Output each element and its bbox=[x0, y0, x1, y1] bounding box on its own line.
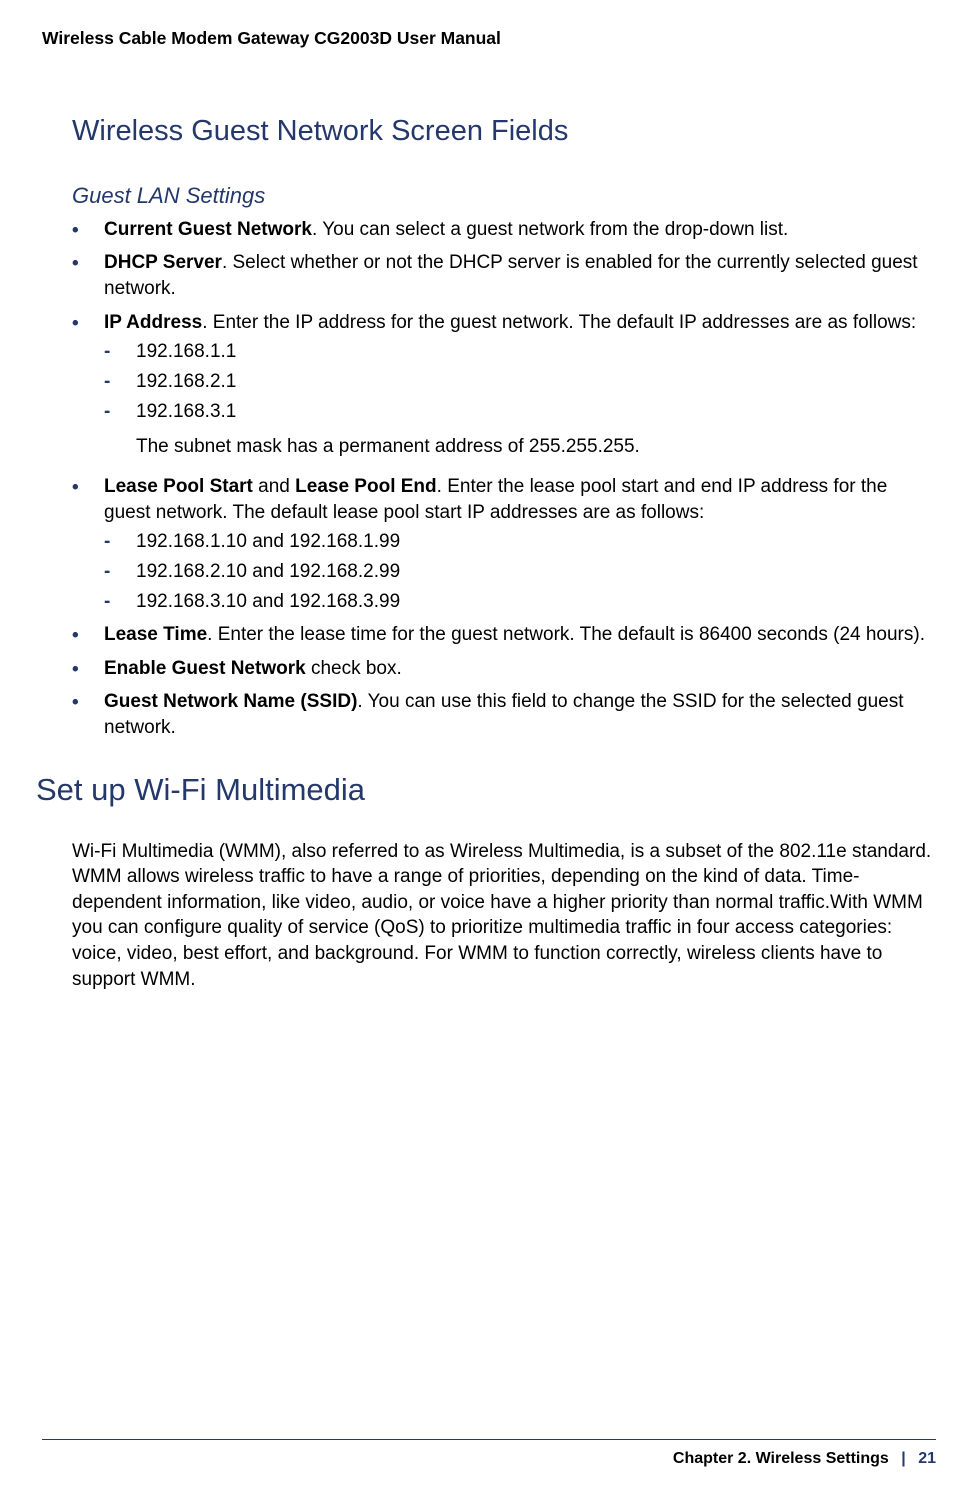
page-number: 21 bbox=[918, 1450, 936, 1467]
field-label: DHCP Server bbox=[104, 252, 222, 273]
subsection-heading: Guest LAN Settings bbox=[72, 181, 934, 211]
footer-chapter: Chapter 2. Wireless Settings bbox=[673, 1450, 889, 1467]
field-joiner: and bbox=[253, 476, 295, 497]
sub-list-item: 192.168.3.10 and 192.168.3.99 bbox=[104, 589, 934, 615]
list-item: DHCP Server. Select whether or not the D… bbox=[72, 250, 934, 301]
list-item: IP Address. Enter the IP address for the… bbox=[72, 310, 934, 460]
field-list: Current Guest Network. You can select a … bbox=[72, 217, 934, 741]
section-heading: Wireless Guest Network Screen Fields bbox=[72, 112, 934, 151]
after-paragraph: The subnet mask has a permanent address … bbox=[136, 434, 934, 460]
page: Wireless Cable Modem Gateway CG2003D Use… bbox=[0, 0, 978, 1504]
field-label: Lease Pool Start bbox=[104, 476, 253, 497]
sub-list-item: 192.168.1.1 bbox=[104, 339, 934, 365]
list-item: Lease Pool Start and Lease Pool End. Ent… bbox=[72, 474, 934, 614]
field-desc: check box. bbox=[306, 658, 402, 679]
sub-list-item: 192.168.1.10 and 192.168.1.99 bbox=[104, 529, 934, 555]
field-label: Current Guest Network bbox=[104, 219, 312, 240]
footer-rule bbox=[42, 1439, 936, 1440]
field-label: Enable Guest Network bbox=[104, 658, 306, 679]
field-desc: . Enter the IP address for the guest net… bbox=[202, 312, 916, 333]
sub-list-item: 192.168.2.1 bbox=[104, 369, 934, 395]
field-label: IP Address bbox=[104, 312, 202, 333]
list-item: Enable Guest Network check box. bbox=[72, 656, 934, 682]
sub-list-item: 192.168.2.10 and 192.168.2.99 bbox=[104, 559, 934, 585]
field-desc: . Select whether or not the DHCP server … bbox=[104, 252, 918, 299]
list-item: Current Guest Network. You can select a … bbox=[72, 217, 934, 243]
content-area: Wireless Guest Network Screen Fields Gue… bbox=[72, 90, 934, 992]
field-label: Guest Network Name (SSID) bbox=[104, 691, 357, 712]
field-label: Lease Pool End bbox=[295, 476, 436, 497]
field-desc: . You can select a guest network from th… bbox=[312, 219, 788, 240]
list-item: Guest Network Name (SSID). You can use t… bbox=[72, 689, 934, 740]
running-header: Wireless Cable Modem Gateway CG2003D Use… bbox=[42, 28, 501, 49]
field-desc: . Enter the lease time for the guest net… bbox=[207, 624, 925, 645]
footer-separator: | bbox=[901, 1450, 905, 1467]
footer: Chapter 2. Wireless Settings | 21 bbox=[673, 1450, 936, 1468]
list-item: Lease Time. Enter the lease time for the… bbox=[72, 622, 934, 648]
sub-list: 192.168.1.10 and 192.168.1.99 192.168.2.… bbox=[104, 529, 934, 614]
field-label: Lease Time bbox=[104, 624, 207, 645]
sub-list: 192.168.1.1 192.168.2.1 192.168.3.1 bbox=[104, 339, 934, 424]
section-heading-major: Set up Wi-Fi Multimedia bbox=[36, 769, 934, 811]
sub-list-item: 192.168.3.1 bbox=[104, 399, 934, 425]
body-paragraph: Wi-Fi Multimedia (WMM), also referred to… bbox=[72, 839, 934, 993]
